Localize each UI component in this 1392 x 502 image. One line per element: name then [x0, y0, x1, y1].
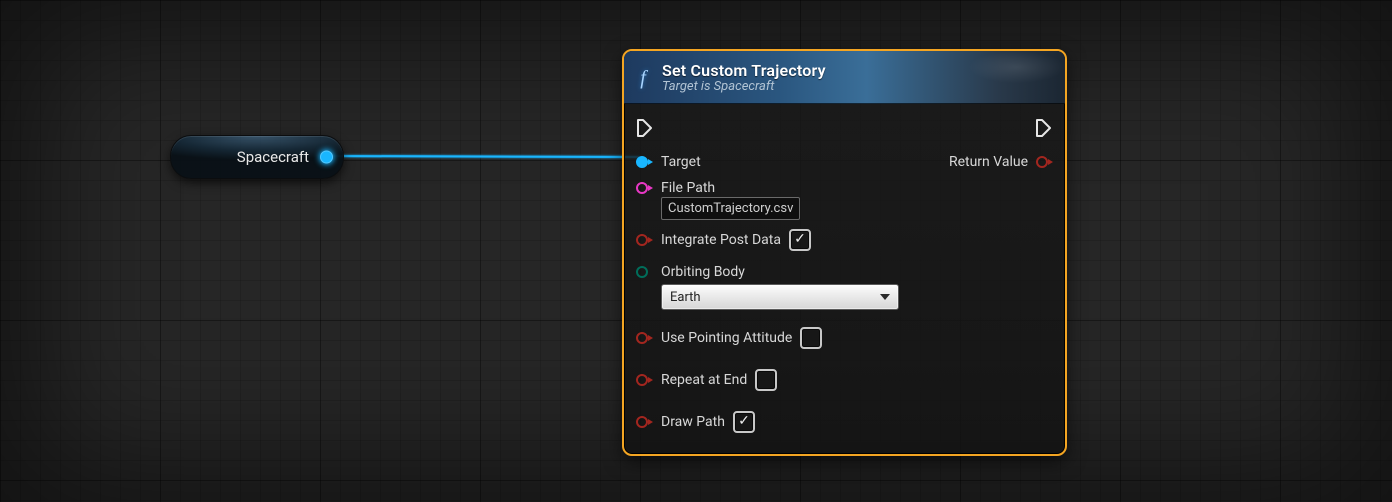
- input-pin-use-pointing-attitude[interactable]: [636, 331, 653, 345]
- input-pin-integrate-post-data[interactable]: [636, 233, 653, 247]
- input-pin-target[interactable]: [636, 155, 653, 169]
- input-pin-file-path[interactable]: [636, 181, 653, 195]
- variable-node-label: Spacecraft: [237, 148, 309, 166]
- input-label-target: Target: [661, 154, 701, 170]
- checkbox-repeat-at-end[interactable]: [755, 369, 777, 391]
- function-node-title: Set Custom Trajectory: [662, 62, 826, 80]
- input-label-file-path: File Path: [661, 180, 715, 196]
- checkbox-draw-path[interactable]: [733, 411, 755, 433]
- checkbox-use-pointing-attitude[interactable]: [800, 327, 822, 349]
- input-pin-draw-path[interactable]: [636, 415, 653, 429]
- input-label-use-pointing-attitude: Use Pointing Attitude: [661, 330, 792, 346]
- variable-node-spacecraft[interactable]: Spacecraft: [170, 135, 344, 179]
- function-node-subtitle: Target is Spacecraft: [662, 80, 826, 94]
- exec-input-pin[interactable]: [636, 118, 654, 138]
- file-path-input[interactable]: CustomTrajectory.csv: [661, 197, 800, 220]
- input-pin-repeat-at-end[interactable]: [636, 373, 653, 387]
- input-label-orbiting-body: Orbiting Body: [661, 264, 745, 280]
- function-node-set-custom-trajectory[interactable]: f Set Custom Trajectory Target is Spacec…: [622, 49, 1067, 456]
- output-pin-return-value[interactable]: [1036, 155, 1053, 169]
- dropdown-orbiting-body[interactable]: Earth: [661, 284, 899, 310]
- output-pin-object[interactable]: [320, 151, 333, 164]
- function-node-header[interactable]: f Set Custom Trajectory Target is Spacec…: [624, 51, 1065, 104]
- checkbox-integrate-post-data[interactable]: [789, 229, 811, 251]
- output-label-return-value: Return Value: [949, 154, 1028, 170]
- input-label-integrate-post-data: Integrate Post Data: [661, 232, 781, 248]
- input-pin-orbiting-body[interactable]: [636, 265, 653, 279]
- chevron-down-icon: [880, 294, 890, 300]
- input-label-repeat-at-end: Repeat at End: [661, 372, 747, 388]
- exec-output-pin[interactable]: [1035, 118, 1053, 138]
- function-icon: f: [634, 67, 652, 90]
- input-label-draw-path: Draw Path: [661, 414, 725, 430]
- dropdown-orbiting-body-value: Earth: [670, 290, 701, 305]
